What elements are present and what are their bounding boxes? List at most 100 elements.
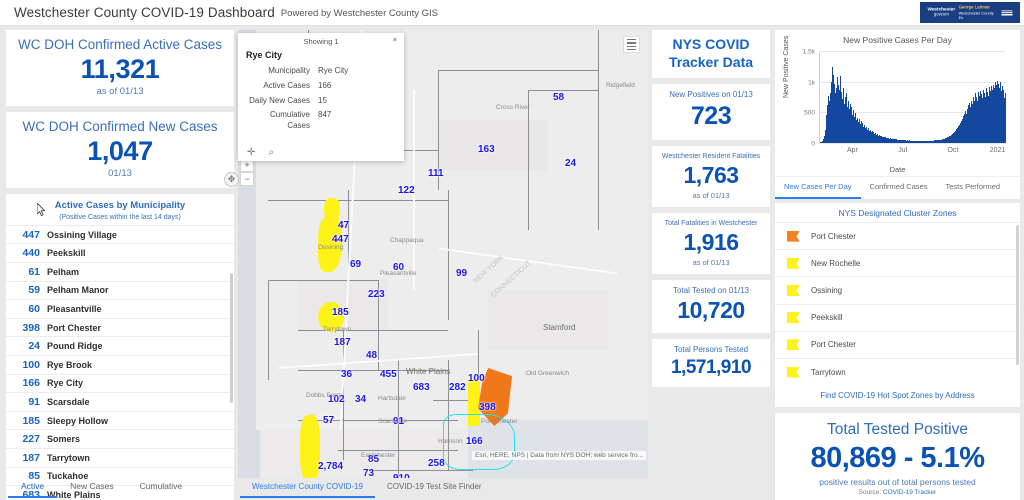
map-zoom-controls[interactable]: + − bbox=[240, 158, 254, 186]
map-place-label: Pleasantville bbox=[380, 270, 417, 277]
cluster-zone-row[interactable]: Tarrytown bbox=[775, 357, 1020, 385]
municipality-count: 447 bbox=[22, 228, 40, 241]
chart-tab[interactable]: Confirmed Cases bbox=[861, 177, 937, 199]
map-place-label: Ossining bbox=[318, 244, 344, 251]
kpi-active-cases: WC DOH Confirmed Active Cases 11,321 as … bbox=[6, 30, 234, 106]
total-tested-positive-value: 80,869 - 5.1% bbox=[810, 442, 985, 475]
municipality-row[interactable]: 185 Sleepy Hollow bbox=[6, 410, 234, 430]
municipality-row[interactable]: 398 Port Chester bbox=[6, 317, 234, 337]
left-tab-new-cases[interactable]: New Cases bbox=[57, 477, 126, 498]
legend-list-icon bbox=[627, 38, 636, 51]
municipality-count: 185 bbox=[22, 414, 40, 427]
cluster-zone-row[interactable]: Ossining bbox=[775, 276, 1020, 303]
municipality-row[interactable]: 166 Rye City bbox=[6, 373, 234, 393]
municipality-count: 166 bbox=[22, 377, 40, 390]
chart-bar bbox=[1005, 93, 1007, 143]
municipality-name: Pound Ridge bbox=[47, 341, 103, 352]
chart-title: New Positive Cases Per Day bbox=[843, 35, 952, 45]
municipality-name: Peekskill bbox=[47, 248, 86, 259]
municipality-name: Pelham bbox=[47, 266, 80, 277]
municipality-row[interactable]: 61 Pelham bbox=[6, 262, 234, 281]
nys-stat-label: Total Tested on 01/13 bbox=[673, 285, 749, 295]
popup-attribute-row: Cumulative Cases 847 bbox=[246, 110, 396, 132]
map-case-count-label: 223 bbox=[368, 289, 385, 300]
map-case-count-label: 122 bbox=[398, 185, 415, 196]
municipality-count: 60 bbox=[28, 303, 40, 316]
map-place-label: Dobbs Ferry bbox=[306, 392, 342, 399]
popup-attribute-row: Daily New Cases 15 bbox=[246, 96, 396, 107]
cluster-zones-scrollbar[interactable] bbox=[1016, 225, 1019, 365]
municipality-list-scrollbar[interactable] bbox=[230, 272, 233, 403]
kpi-active-cases-label: WC DOH Confirmed Active Cases bbox=[17, 37, 223, 52]
municipality-row[interactable]: 91 Scarsdale bbox=[6, 392, 234, 411]
map-place-label: Port Chester bbox=[481, 418, 518, 425]
municipality-row[interactable]: 60 Pleasantville bbox=[6, 299, 234, 318]
cluster-zone-flag-icon bbox=[787, 367, 800, 378]
map-case-count-label: 36 bbox=[341, 369, 353, 380]
map-zoom-out-button[interactable]: − bbox=[240, 172, 254, 186]
popup-attribute-key: Cumulative Cases bbox=[269, 110, 310, 131]
popup-zoom-icon[interactable]: ⌕ bbox=[268, 147, 274, 158]
kpi-new-cases: WC DOH Confirmed New Cases 1,047 01/13 bbox=[6, 111, 234, 188]
chart-tab[interactable]: Tests Performed bbox=[936, 177, 1009, 199]
kpi-active-cases-sub: as of 01/13 bbox=[96, 85, 144, 97]
municipality-row[interactable]: 24 Pound Ridge bbox=[6, 336, 234, 355]
kpi-active-cases-value: 11,321 bbox=[80, 54, 160, 85]
popup-close-button[interactable]: × bbox=[393, 36, 397, 44]
popup-attribute-key: Municipality bbox=[268, 66, 310, 75]
map-place-label: Eastchester bbox=[361, 452, 396, 459]
map-case-count-label: 34 bbox=[355, 394, 367, 405]
map-place-label: Chappaqua bbox=[390, 237, 424, 244]
panel-drag-handle[interactable]: ✥ bbox=[224, 172, 239, 187]
municipality-name: Somers bbox=[47, 434, 81, 445]
left-tab-active[interactable]: Active bbox=[8, 477, 58, 498]
nys-tracker-stat-card: Westchester Resident Fatalities 1,763 as o… bbox=[652, 145, 770, 207]
municipality-row[interactable]: 227 Somers bbox=[6, 429, 234, 448]
nys-stat-label: Westchester Resident Fatalities bbox=[661, 152, 761, 160]
logo-left-text: Westchester govcom bbox=[927, 6, 956, 17]
hot-spot-zones-link[interactable]: Find COVID-19 Hot Spot Zones by Address bbox=[775, 385, 1020, 407]
app-header: Westchester County COVID-19 Dashboard Po… bbox=[0, 0, 1024, 26]
chart-y-tick: 500 bbox=[804, 109, 815, 117]
total-tested-positive-sub: positive results out of total persons te… bbox=[819, 476, 976, 487]
municipality-list-scroll-area[interactable]: 447 Ossining Village 440 Peekskill 61 Pelham 5… bbox=[6, 224, 234, 500]
nys-tracker-cards: New Positives on 01/13 723 Westchester Res… bbox=[652, 84, 770, 388]
cluster-zone-row[interactable]: Port Chester bbox=[775, 330, 1020, 358]
map-case-count-label: 398 bbox=[479, 402, 496, 413]
cluster-zone-row[interactable]: Peekskill bbox=[775, 303, 1020, 331]
chart-tab[interactable]: New Cases Per Day bbox=[775, 177, 861, 199]
cluster-zone-row[interactable]: Port Chester bbox=[775, 222, 1020, 249]
map-tab[interactable]: COVID-19 Test Site Finder bbox=[375, 478, 494, 498]
total-tested-positive-source: Source: COVID-19 Tracker bbox=[779, 489, 1016, 496]
cluster-zone-name: Tarrytown bbox=[811, 367, 846, 377]
municipality-row[interactable]: 447 Ossining Village bbox=[6, 224, 234, 244]
cluster-zones-card: NYS Designated Cluster Zones Port Cheste… bbox=[775, 203, 1020, 408]
cluster-zone-flag-icon bbox=[787, 339, 800, 350]
cluster-zone-name: Port Chester bbox=[811, 340, 856, 350]
nys-tracker-stat-card: New Positives on 01/13 723 bbox=[652, 84, 770, 140]
left-tab-cumulative[interactable]: Cumulative bbox=[127, 477, 196, 498]
map-legend-button[interactable] bbox=[623, 36, 640, 53]
cluster-zone-row[interactable]: New Rochelle bbox=[775, 249, 1020, 276]
map-case-count-label: 258 bbox=[428, 458, 445, 469]
nys-stat-value: 10,720 bbox=[677, 297, 745, 324]
nys-stat-value: 1,916 bbox=[683, 228, 739, 255]
cluster-zone-name: Peekskill bbox=[811, 313, 843, 323]
municipality-name: Ossining Village bbox=[47, 229, 117, 240]
popup-pan-icon[interactable]: ✛ bbox=[247, 147, 255, 158]
map-tab[interactable]: Westchester County COVID-19 bbox=[240, 478, 376, 498]
chart-tab-bar: New Cases Per Day Confirmed Cases Tests Pe… bbox=[775, 176, 1020, 199]
nys-stat-sub: as of 01/13 bbox=[692, 190, 730, 200]
municipality-row[interactable]: 100 Rye Brook bbox=[6, 355, 234, 374]
map-place-label: Scarsdale bbox=[378, 418, 407, 425]
page-subtitle: Powered by Westchester County GIS bbox=[280, 8, 439, 19]
municipality-row[interactable]: 440 Peekskill bbox=[6, 243, 234, 262]
municipality-count: 59 bbox=[28, 284, 40, 297]
municipality-row[interactable]: 187 Tarrytown bbox=[6, 448, 234, 467]
municipality-row[interactable]: 59 Pelham Manor bbox=[6, 280, 234, 300]
map-case-count-label: 185 bbox=[332, 307, 349, 318]
kpi-new-cases-label: WC DOH Confirmed New Cases bbox=[22, 118, 218, 134]
source-link[interactable]: COVID-19 Tracker bbox=[883, 489, 936, 496]
logo-right-text: George Latimer Westchester County Ex. bbox=[958, 5, 994, 20]
municipality-name: Pleasantville bbox=[47, 304, 102, 315]
